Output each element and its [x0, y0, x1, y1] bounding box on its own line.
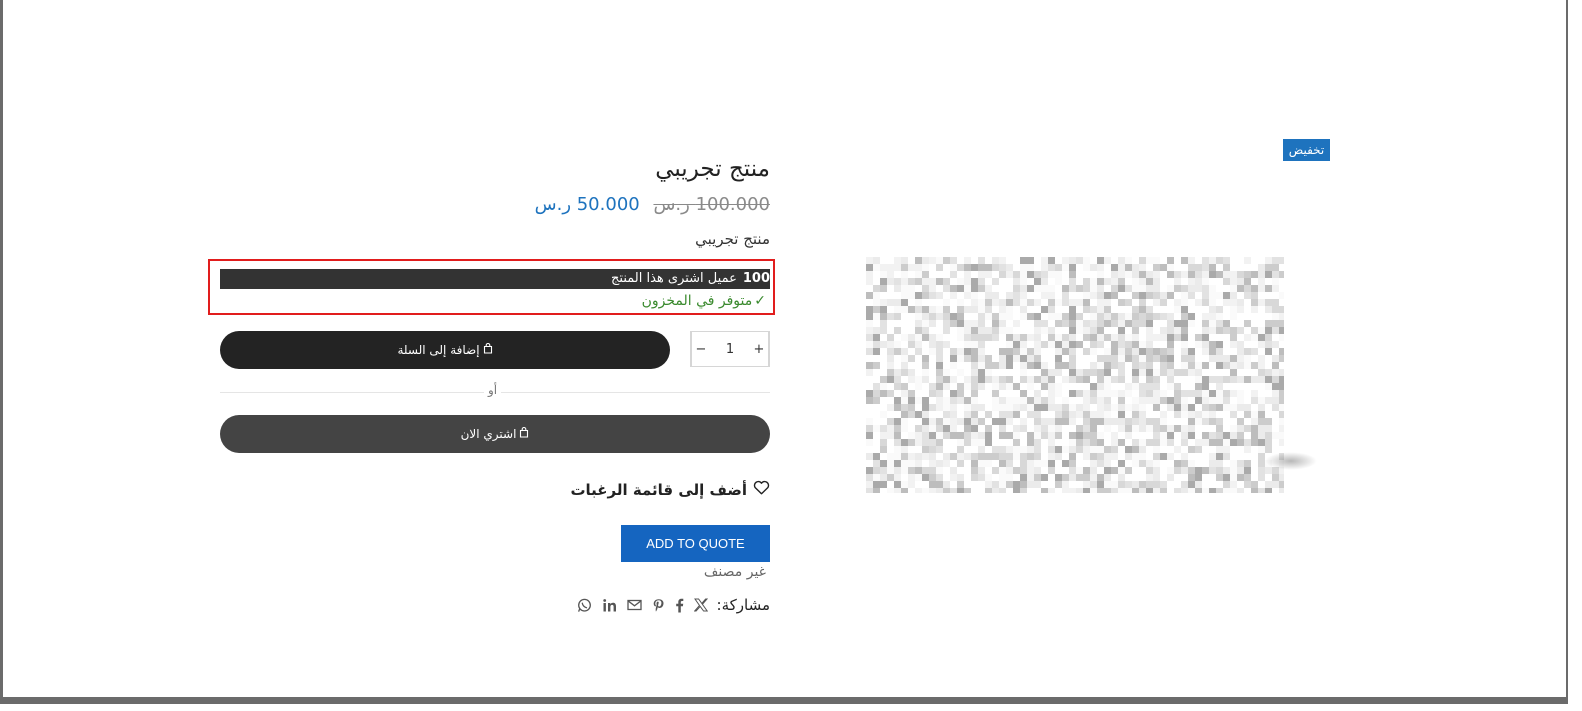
stock-text: متوفر في المخزون [641, 293, 753, 309]
sale-price: 50.000 ر.س [534, 194, 640, 215]
or-separator: أو [484, 383, 502, 397]
add-to-wishlist-link[interactable]: أضف إلى قائمة الرغبات [570, 480, 770, 499]
shopping-bag-icon [519, 426, 529, 441]
add-to-cart-label: إضافة إلى السلة [397, 343, 480, 357]
sales-count-bar: 100 عميل اشترى هذا المنتج [220, 269, 770, 289]
whatsapp-icon[interactable] [577, 598, 592, 613]
quantity-input[interactable]: 1 [710, 332, 750, 366]
sales-count: 100 [742, 271, 770, 286]
buy-now-button[interactable]: اشتري الان [220, 415, 770, 453]
sales-text: عميل اشترى هذا المنتج [611, 271, 737, 286]
quantity-increase-button[interactable]: + [750, 332, 769, 366]
heart-icon [753, 480, 770, 499]
sale-badge: تخفيض [1283, 139, 1330, 161]
product-image-placeholder [866, 257, 1284, 493]
stock-status: ✓متوفر في المخزون [642, 293, 766, 309]
linkedin-icon[interactable] [602, 598, 617, 613]
share-label: مشاركة: [716, 596, 770, 614]
buy-now-label: اشتري الان [460, 427, 517, 441]
share-row: مشاركة: [577, 596, 770, 614]
regular-price: 100.000 ر.س [653, 194, 770, 215]
x-icon[interactable] [693, 598, 708, 612]
email-icon[interactable] [626, 599, 642, 611]
add-to-quote-button[interactable]: ADD TO QUOTE [621, 525, 770, 562]
short-description: منتج تجريبي [695, 230, 770, 248]
add-to-cart-button[interactable]: إضافة إلى السلة [220, 331, 670, 369]
product-title: منتج تجريبي [655, 156, 770, 182]
price: 100.000 ر.س 50.000 ر.س [535, 194, 770, 215]
product-category[interactable]: غير مصنف [704, 564, 766, 580]
share-icons [577, 598, 708, 613]
check-icon: ✓ [754, 293, 766, 309]
image-shadow [1265, 452, 1317, 470]
facebook-icon[interactable] [675, 598, 684, 613]
quantity-stepper[interactable]: − 1 + [690, 331, 770, 367]
product-image[interactable] [866, 257, 1284, 493]
quantity-decrease-button[interactable]: − [691, 332, 710, 366]
wishlist-label: أضف إلى قائمة الرغبات [570, 480, 747, 499]
pinterest-icon[interactable] [652, 598, 665, 613]
shopping-bag-icon [483, 342, 493, 357]
